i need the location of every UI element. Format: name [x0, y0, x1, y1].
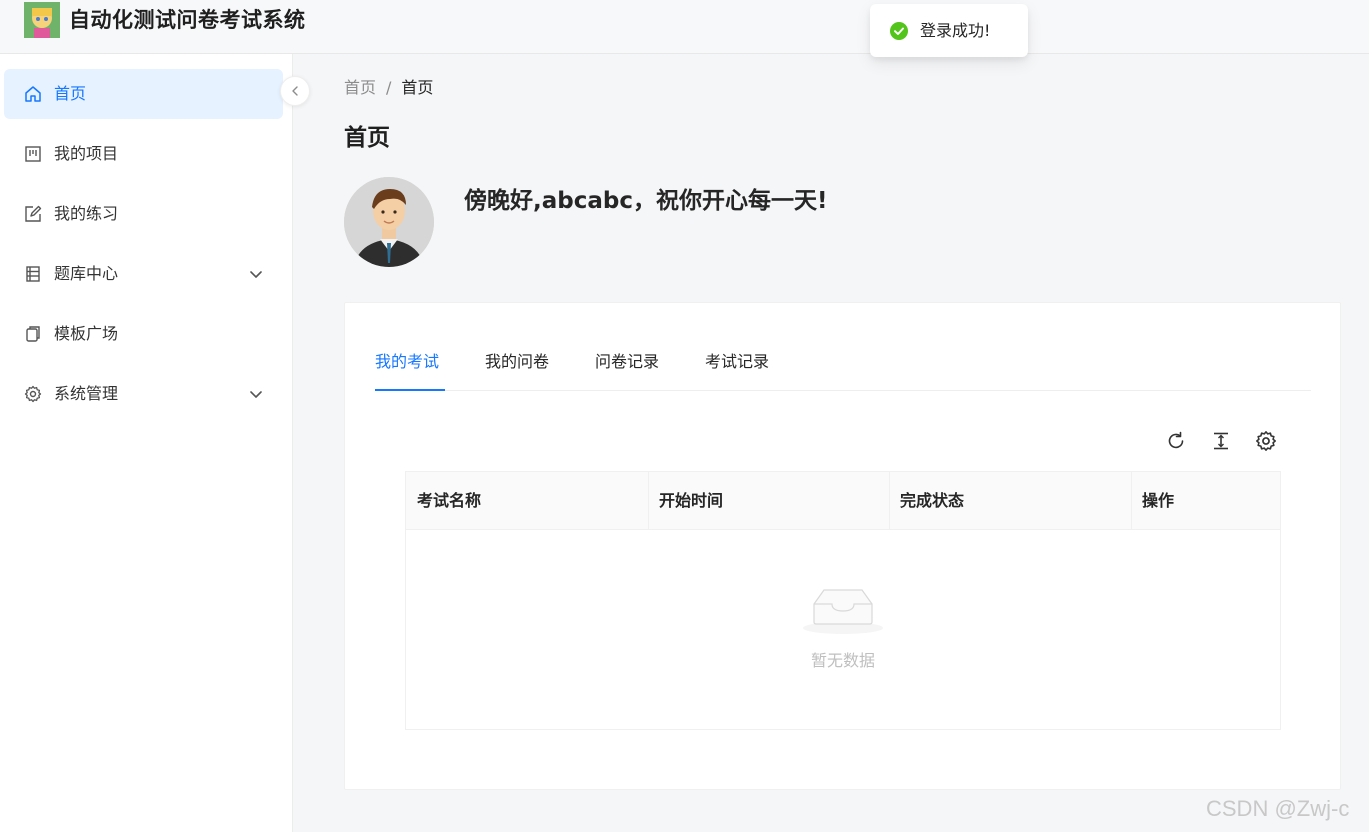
gear-icon: [24, 385, 42, 403]
edit-icon: [25, 205, 42, 222]
chevron-down-icon[interactable]: [248, 386, 264, 402]
breadcrumb: 首页 / 首页: [344, 77, 433, 99]
app-logo: [24, 2, 60, 38]
column-header-completion-status[interactable]: 完成状态: [889, 472, 1131, 530]
home-icon: [25, 86, 41, 102]
sidebar-item-label: 我的项目: [54, 144, 119, 163]
sidebar-collapse-button[interactable]: [280, 76, 310, 106]
table-header: 考试名称 开始时间 完成状态 操作: [406, 472, 1280, 530]
active-tab-indicator: [375, 389, 445, 391]
avatar-image: [344, 177, 434, 267]
tab-bar: 我的考试 我的问卷 问卷记录 考试记录: [375, 343, 1311, 391]
sidebar-item-system-management[interactable]: 系统管理: [4, 369, 283, 419]
sidebar-item-home[interactable]: 首页: [4, 69, 283, 119]
sidebar-item-my-practice[interactable]: 我的练习: [4, 189, 283, 239]
sidebar-item-label: 首页: [54, 84, 87, 103]
tab-my-surveys[interactable]: 我的问卷: [485, 351, 549, 373]
greeting-text: 傍晚好,abcabc，祝你开心每一天!: [464, 188, 828, 214]
sidebar-item-label: 模板广场: [54, 324, 119, 343]
toast-message: 登录成功!: [920, 21, 991, 40]
breadcrumb-current: 首页: [401, 78, 434, 97]
chevron-down-icon[interactable]: [248, 266, 264, 282]
exam-table: 考试名称 开始时间 完成状态 操作 暂无数据: [405, 471, 1281, 730]
check-circle-icon: [890, 22, 908, 40]
empty-inbox-icon: [803, 589, 883, 634]
page-title: 首页: [344, 125, 390, 151]
top-header: 自动化测试问卷考试系统: [0, 0, 1369, 54]
sidebar-item-template-square[interactable]: 模板广场: [4, 309, 283, 359]
empty-text: 暂无数据: [810, 651, 875, 670]
breadcrumb-separator: /: [386, 78, 392, 97]
template-copy-icon: [26, 326, 40, 342]
tab-exam-records[interactable]: 考试记录: [705, 351, 769, 373]
tab-survey-records[interactable]: 问卷记录: [595, 351, 659, 373]
column-header-actions: 操作: [1142, 491, 1175, 510]
question-bank-icon: [26, 266, 40, 282]
sidebar-item-label: 我的练习: [54, 204, 119, 223]
settings-icon[interactable]: [1255, 430, 1277, 452]
column-header-start-time[interactable]: 开始时间: [648, 472, 889, 530]
avatar: [344, 177, 434, 267]
watermark: CSDN @Zwj-c: [1206, 796, 1350, 821]
chevron-left-icon: [292, 86, 298, 96]
reload-icon[interactable]: [1165, 430, 1187, 452]
row-height-icon[interactable]: [1210, 430, 1232, 452]
breadcrumb-root[interactable]: 首页: [344, 78, 376, 97]
sidebar-item-question-bank[interactable]: 题库中心: [4, 249, 283, 299]
column-header-exam-name[interactable]: 考试名称: [406, 472, 648, 530]
sidebar-item-label: 系统管理: [54, 384, 119, 403]
sidebar-item-my-projects[interactable]: 我的项目: [4, 129, 283, 179]
login-success-toast: 登录成功!: [870, 4, 1028, 57]
sidebar-item-label: 题库中心: [54, 264, 119, 283]
tab-my-exams[interactable]: 我的考试: [375, 351, 439, 373]
sidebar: 首页 我的项目 我的练习 题库中心 模板广场 系统管理: [0, 54, 293, 832]
app-title: 自动化测试问卷考试系统: [69, 8, 306, 32]
project-board-icon: [25, 146, 41, 162]
content-card: 我的考试 我的问卷 问卷记录 考试记录 考试名称 开始时间 完成状态 操作 暂无…: [344, 302, 1341, 790]
empty-state: 暂无数据: [406, 530, 1280, 729]
